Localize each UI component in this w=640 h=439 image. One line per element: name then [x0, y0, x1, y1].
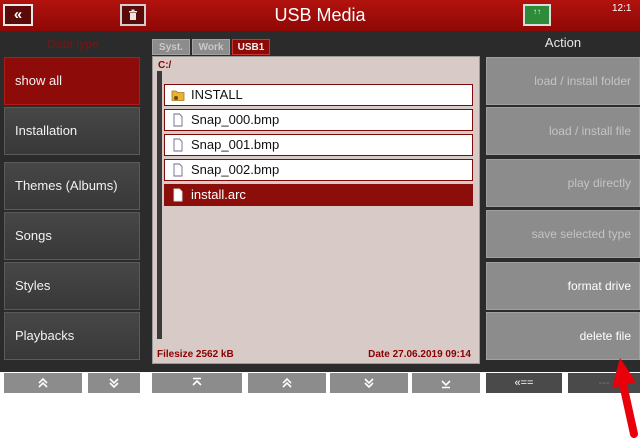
- file-name: INSTALL: [191, 87, 243, 102]
- data-type-installation[interactable]: Installation: [4, 107, 140, 155]
- double-up-icon: [282, 377, 292, 388]
- folder-icon: [171, 90, 185, 101]
- file-name: Snap_002.bmp: [191, 162, 280, 177]
- bottom-icon: [441, 380, 451, 389]
- app-screen: « USB Media ↑↑ 12:1 Data type Action sho…: [0, 0, 640, 372]
- action-header: Action: [544, 35, 582, 50]
- file-icon: [173, 188, 183, 202]
- double-down-icon: [109, 378, 119, 389]
- back-action-button[interactable]: «==: [486, 373, 562, 393]
- usb-drive-icon: ↑↑: [523, 4, 551, 26]
- data-type-header: Data type: [47, 37, 99, 51]
- tab-work[interactable]: Work: [192, 39, 230, 55]
- file-row[interactable]: Snap_000.bmp: [164, 109, 473, 131]
- load-install-folder-button[interactable]: load / install folder: [486, 57, 640, 105]
- current-path: C:/: [158, 60, 172, 71]
- data-type-songs[interactable]: Songs: [4, 212, 140, 260]
- file-name: install.arc: [191, 187, 246, 202]
- file-name: Snap_000.bmp: [191, 112, 280, 127]
- file-name: Snap_001.bmp: [191, 137, 280, 152]
- double-up-icon: [38, 377, 48, 388]
- double-down-icon: [364, 378, 374, 389]
- next-action-button[interactable]: ---: [568, 373, 640, 393]
- play-directly-button[interactable]: play directly: [486, 159, 640, 207]
- format-drive-button[interactable]: format drive: [486, 262, 640, 310]
- title-bar: « USB Media ↑↑ 12:1: [0, 0, 640, 31]
- file-row[interactable]: Snap_001.bmp: [164, 134, 473, 156]
- load-install-file-button[interactable]: load / install file: [486, 107, 640, 155]
- scroll-bottom-button[interactable]: [412, 373, 480, 393]
- scroll-up-button[interactable]: [248, 373, 326, 393]
- file-row-selected[interactable]: install.arc: [164, 184, 473, 206]
- file-date-label: Date 27.06.2019 09:14: [368, 349, 471, 360]
- data-type-styles[interactable]: Styles: [4, 262, 140, 310]
- tab-usb1[interactable]: USB1: [232, 39, 270, 55]
- back-button[interactable]: «: [3, 4, 33, 26]
- file-browser: C:/ INSTALL Snap_000.bmp Snap_001.bmp Sn…: [152, 56, 480, 364]
- usb-icon-text: ↑↑: [533, 7, 541, 16]
- delete-file-button[interactable]: delete file: [486, 312, 640, 360]
- file-row-install-folder[interactable]: INSTALL: [164, 84, 473, 106]
- scroll-down-button[interactable]: [330, 373, 408, 393]
- file-icon: [173, 138, 183, 152]
- top-icon: [192, 377, 202, 386]
- left-page-down-button[interactable]: [88, 373, 140, 393]
- file-row[interactable]: Snap_002.bmp: [164, 159, 473, 181]
- trash-icon: [129, 9, 137, 20]
- left-page-up-button[interactable]: [4, 373, 82, 393]
- save-selected-type-button[interactable]: save selected type: [486, 210, 640, 258]
- page-title: USB Media: [274, 5, 366, 25]
- tab-system[interactable]: Syst.: [152, 39, 190, 55]
- tree-line: [157, 71, 162, 339]
- file-icon: [173, 113, 183, 127]
- trash-button[interactable]: [120, 4, 146, 26]
- filesize-label: Filesize 2562 kB: [157, 349, 234, 360]
- data-type-themes[interactable]: Themes (Albums): [4, 162, 140, 210]
- scroll-top-button[interactable]: [152, 373, 242, 393]
- clock: 12:1: [612, 3, 632, 14]
- file-icon: [173, 163, 183, 177]
- data-type-show-all[interactable]: show all: [4, 57, 140, 105]
- data-type-playbacks[interactable]: Playbacks: [4, 312, 140, 360]
